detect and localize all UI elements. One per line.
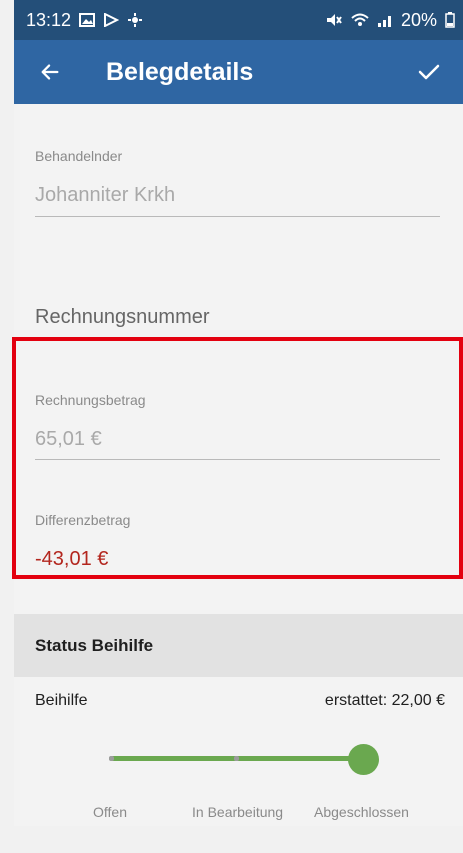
back-button[interactable]: [32, 54, 68, 90]
rechnungsbetrag-label: Rechnungsbetrag: [35, 392, 146, 408]
mute-icon: [325, 12, 343, 28]
confirm-button[interactable]: [411, 54, 447, 90]
rechnungsnummer-field[interactable]: Rechnungsnummer: [35, 306, 210, 329]
behandelnder-field[interactable]: Johanniter Krkh: [35, 184, 175, 207]
behandelnder-underline: [35, 216, 440, 217]
status-slider[interactable]: [109, 744, 379, 775]
arrow-left-icon: [41, 64, 59, 80]
status-beihilfe-header: Status Beihilfe: [14, 614, 463, 677]
step-abgeschlossen[interactable]: Abgeschlossen: [314, 804, 409, 820]
image-icon: [79, 13, 96, 27]
page-title: Belegdetails: [106, 57, 254, 86]
differenzbetrag-label: Differenzbetrag: [35, 512, 131, 528]
play-icon: [103, 13, 120, 27]
check-icon: [418, 64, 440, 80]
beihilfe-value: erstattet: 22,00 €: [324, 692, 445, 709]
status-steps: Offen In Bearbeitung Abgeschlossen: [14, 804, 463, 828]
content: Behandelnder Johanniter Krkh Rechnungsnu…: [14, 104, 463, 826]
rechnungsbetrag-field[interactable]: 65,01 €: [35, 428, 102, 451]
step-in-bearbeitung[interactable]: In Bearbeitung: [192, 804, 283, 820]
slider-tick-in-bearbeitung: [234, 756, 239, 761]
status-right: 20%: [325, 10, 455, 31]
settings-icon: [127, 12, 143, 28]
status-time: 13:12: [26, 9, 72, 30]
status-left: 13:12: [26, 10, 143, 31]
slider-thumb[interactable]: [348, 744, 379, 775]
status-bar: 13:12 20%: [14, 0, 463, 40]
beihilfe-label: Beihilfe: [35, 692, 88, 709]
signal-icon: [377, 12, 393, 28]
differenzbetrag-field: -43,01 €: [35, 548, 109, 570]
slider-tick-offen: [109, 756, 114, 761]
rechnungsbetrag-underline: [35, 459, 440, 460]
beihilfe-row: Beihilfe erstattet: 22,00 €: [35, 692, 445, 710]
battery-percent: 20%: [400, 9, 437, 30]
app-bar: Belegdetails: [14, 40, 463, 104]
behandelnder-label: Behandelnder: [35, 148, 123, 164]
wifi-icon: [351, 12, 369, 28]
battery-icon: [445, 12, 455, 28]
step-offen[interactable]: Offen: [93, 804, 127, 820]
differenzbetrag-underline: [35, 578, 440, 579]
